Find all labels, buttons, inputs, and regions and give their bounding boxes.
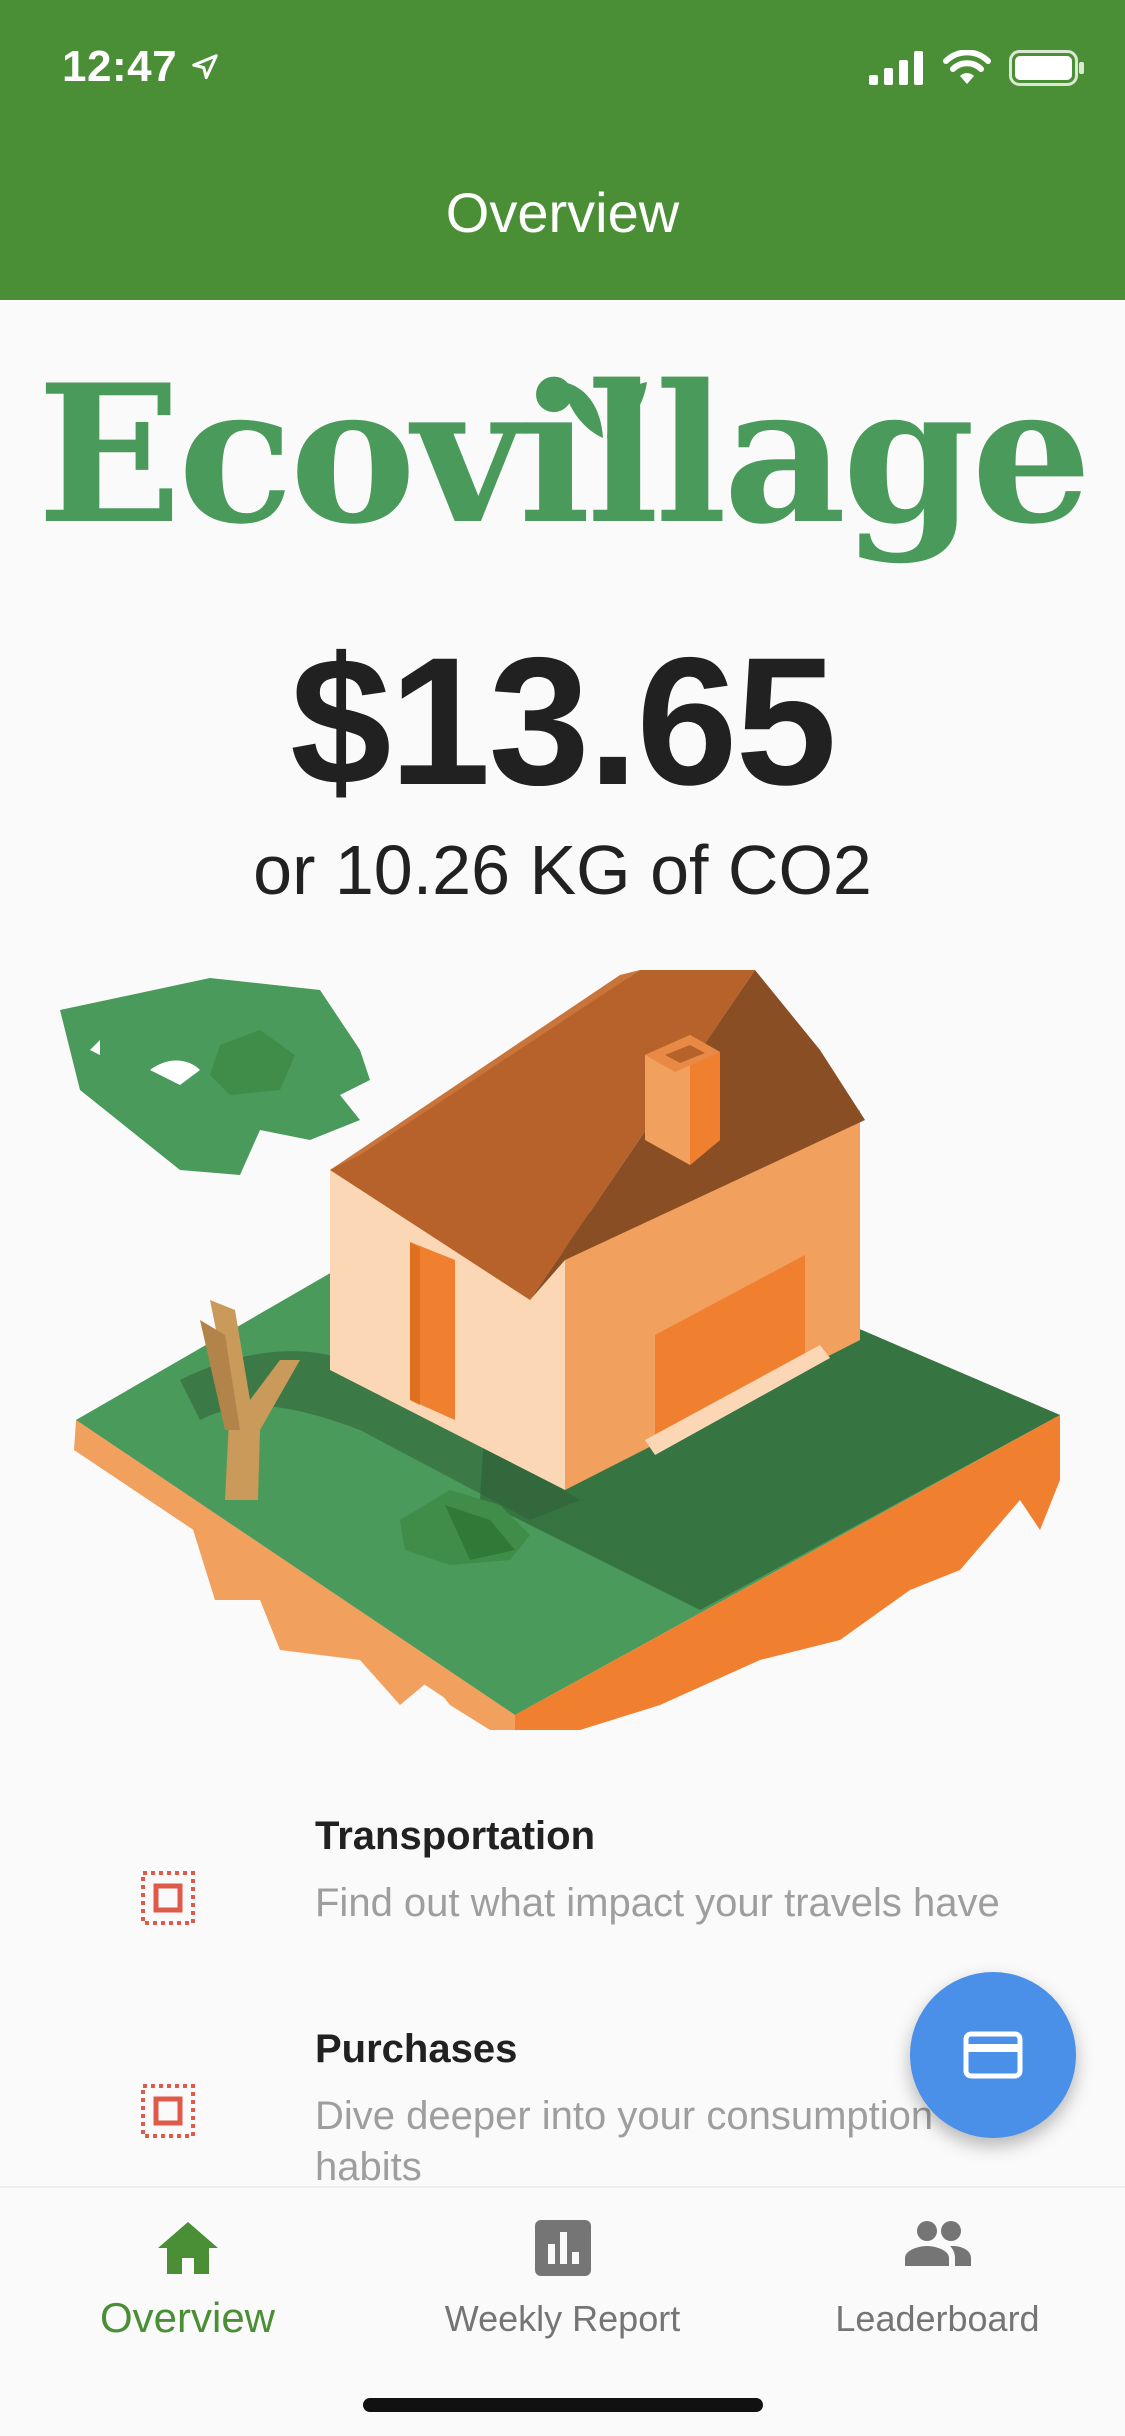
leaf-icon xyxy=(563,382,647,438)
co2-amount: or 10.26 KG of CO2 xyxy=(253,831,872,909)
list-item-transportation[interactable]: Transportation Find out what impact your… xyxy=(0,1800,1125,1990)
credit-card-icon xyxy=(963,2031,1023,2079)
app-bar: 12:47 Overview xyxy=(0,0,1125,300)
bar-chart-icon xyxy=(534,2220,591,2276)
people-icon xyxy=(904,2221,971,2266)
category-placeholder-icon xyxy=(141,1871,195,1925)
status-time: 12:47 xyxy=(62,42,178,91)
nav-label: Overview xyxy=(99,2294,276,2341)
house-illustration xyxy=(60,970,1060,1730)
location-arrow-icon xyxy=(192,54,218,80)
home-icon xyxy=(157,2222,218,2274)
list-item-title: Purchases xyxy=(315,2027,518,2071)
list-item-title: Transportation xyxy=(315,1814,596,1858)
nav-label: Weekly Report xyxy=(444,2298,681,2339)
nav-item-leaderboard[interactable]: Leaderboard xyxy=(750,2188,1125,2388)
home-indicator xyxy=(363,2398,763,2412)
list-item-description: Find out what impact your travels have xyxy=(315,1881,1000,1925)
screen: 12:47 Overview Ecovillage $13.65 or 10.2… xyxy=(0,0,1125,2436)
page-title: Overview xyxy=(445,181,680,244)
status-icons xyxy=(869,50,1085,86)
nav-item-overview[interactable]: Overview xyxy=(0,2188,375,2388)
list-item-description: Dive deeper into your consumption habits xyxy=(315,2094,934,2189)
battery-icon xyxy=(1009,50,1084,86)
add-card-button[interactable] xyxy=(910,1972,1076,2138)
savings-amount: $13.65 xyxy=(290,619,837,823)
category-placeholder-icon xyxy=(141,2084,195,2138)
nav-item-weekly-report[interactable]: Weekly Report xyxy=(375,2188,750,2388)
nav-label: Leaderboard xyxy=(835,2298,1040,2339)
cellular-signal-icon xyxy=(869,51,923,85)
wifi-icon xyxy=(943,50,991,84)
